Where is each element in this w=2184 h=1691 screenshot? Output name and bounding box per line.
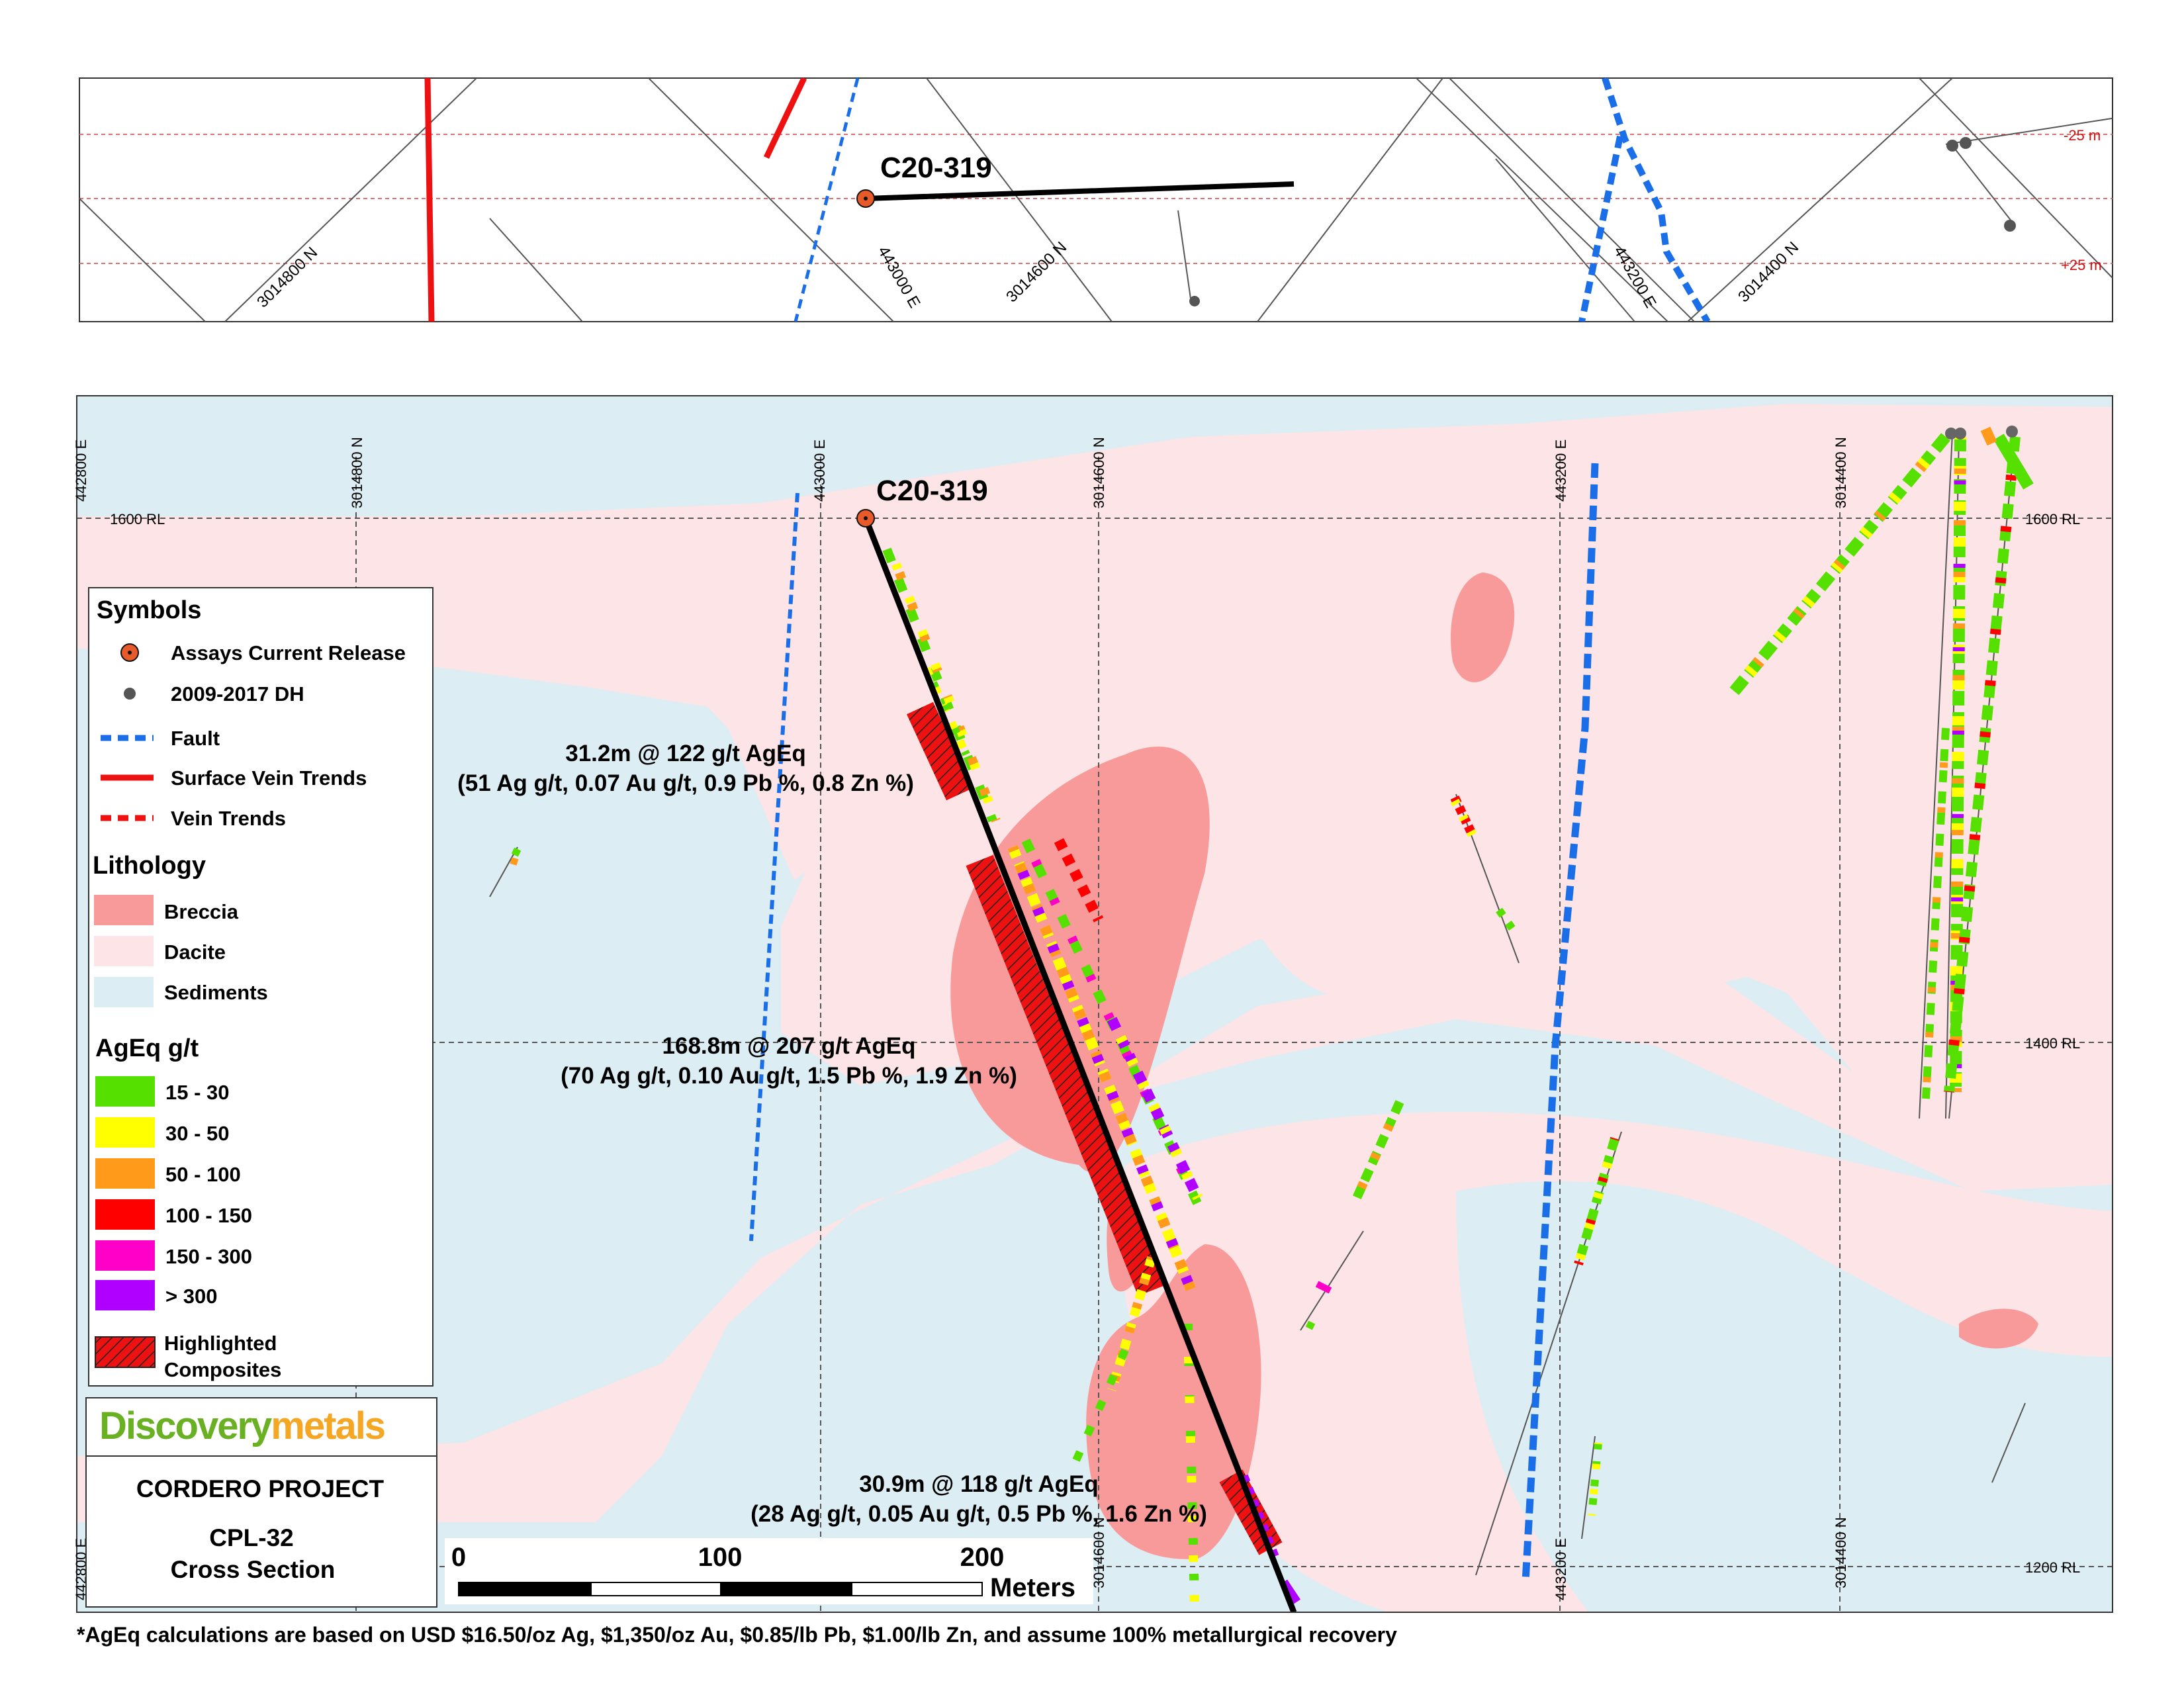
legend: Symbols Assays Current Release 2009-2017… [88, 587, 433, 1387]
grade-swatch [95, 1280, 155, 1310]
intercept-1-detail: (51 Ag g/t, 0.07 Au g/t, 0.9 Pb %, 0.8 Z… [457, 770, 914, 796]
sediments-swatch [94, 977, 154, 1007]
rl-label: 1600 RL [110, 511, 165, 527]
bottom-grid-label: 443200 E [1553, 1538, 1569, 1600]
intercept-2-headline: 168.8m @ 207 g/t AgEq [662, 1033, 916, 1059]
legend-symbol-label: Fault [171, 727, 220, 750]
legend-symbol-label: Vein Trends [171, 807, 286, 830]
bottom-grid-label: 3014400 N [1833, 1517, 1849, 1588]
breccia-swatch [94, 895, 154, 925]
legend-symbol-label: Surface Vein Trends [171, 766, 367, 790]
legend-symbol-label: 2009-2017 DH [171, 682, 304, 706]
legend-lithology-label: Breccia [164, 900, 239, 923]
scale-segment [720, 1582, 852, 1596]
plan-depth-label: -25 m [2064, 127, 2101, 144]
footnote: *AgEq calculations are based on USD $16.… [77, 1623, 1397, 1647]
legend-lithology-label: Dacite [164, 940, 226, 964]
plan-view: C20-319 3014800 N 443000 E 3014600 N 443… [79, 77, 2113, 322]
grade-swatch [95, 1199, 155, 1230]
northing-label: 3014800 N [349, 437, 365, 508]
highlighted-composite-swatch [95, 1336, 156, 1368]
grade-swatch [95, 1240, 155, 1271]
northing-label: 3014600 N [1091, 437, 1107, 508]
legend-grade-title: AgEq g/t [95, 1034, 199, 1062]
project-title: CORDERO PROJECT [136, 1475, 385, 1502]
legend-grade-label: > 300 [165, 1285, 217, 1308]
scale-tick-label: 100 [698, 1543, 743, 1572]
scale-segment [590, 1582, 721, 1596]
surface-vein-trend [424, 78, 435, 322]
intercept-3-detail: (28 Ag g/t, 0.05 Au g/t, 0.5 Pb %, 1.6 Z… [751, 1501, 1207, 1527]
scale-tick-label: 200 [960, 1543, 1005, 1572]
section-type: Cross Section [171, 1556, 336, 1583]
scale-bar: 0 100 200 Meters [445, 1538, 1093, 1604]
plan-hole-label: C20-319 [880, 152, 992, 184]
plan-frame [79, 77, 2113, 322]
easting-label: 443200 E [1553, 439, 1569, 502]
collar-icon-center [128, 651, 132, 655]
scale-tick-label: 0 [451, 1543, 466, 1572]
scale-segment [851, 1582, 983, 1596]
legend-grade-label: 50 - 100 [165, 1163, 241, 1186]
northing-label: 3014400 N [1833, 437, 1849, 508]
legend-lithology-title: Lithology [93, 852, 206, 880]
easting-label: 442800 E [73, 439, 89, 502]
easting-label: 443000 E [811, 439, 828, 502]
plan-depth-label: +25 m [2061, 257, 2102, 273]
legend-highlight-label: Composites [164, 1358, 281, 1381]
map-canvas: C20-319 3014800 N 443000 E 3014600 N 443… [73, 77, 2113, 1613]
collar-icon-center [864, 516, 868, 520]
rl-label: 1600 RL [2025, 511, 2080, 527]
section-hole-label: C20-319 [876, 475, 988, 507]
grade-swatch [95, 1158, 155, 1189]
scale-segment [458, 1582, 592, 1596]
legend-grade-label: 150 - 300 [165, 1245, 252, 1268]
intercept-3-headline: 30.9m @ 118 g/t AgEq [859, 1471, 1099, 1497]
dacite-swatch [94, 936, 154, 966]
legend-grade-label: 30 - 50 [165, 1122, 230, 1145]
intercept-2-detail: (70 Ag g/t, 0.10 Au g/t, 1.5 Pb %, 1.9 Z… [561, 1063, 1017, 1089]
rl-label: 1400 RL [2025, 1035, 2080, 1052]
grade-swatch [95, 1117, 155, 1148]
title-block: Discoverymetals CORDERO PROJECT CPL-32 C… [85, 1397, 437, 1608]
scale-unit: Meters [990, 1573, 1075, 1602]
historic-hole-icon [124, 688, 136, 700]
collar-icon-center [864, 197, 868, 201]
legend-lithology-label: Sediments [164, 981, 268, 1004]
legend-symbols-title: Symbols [97, 596, 201, 624]
company-logo: Discoverymetals [99, 1404, 385, 1447]
legend-highlight-label: Highlighted [164, 1332, 277, 1355]
grade-swatch [95, 1076, 155, 1107]
intercept-1-headline: 31.2m @ 122 g/t AgEq [565, 741, 806, 766]
logo-text-metals: metals [271, 1404, 385, 1447]
legend-symbol-label: Assays Current Release [171, 641, 406, 664]
logo-text-discovery: Discovery [99, 1404, 272, 1447]
legend-grade-label: 15 - 30 [165, 1081, 230, 1104]
rl-label: 1200 RL [2025, 1559, 2080, 1576]
legend-grade-label: 100 - 150 [165, 1204, 252, 1227]
section-id: CPL-32 [209, 1524, 293, 1551]
